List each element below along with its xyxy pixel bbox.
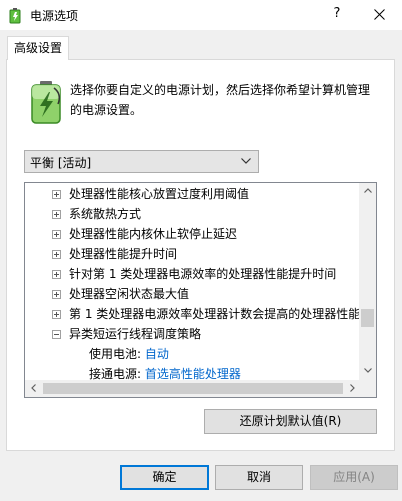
- minus-box-icon[interactable]: [52, 330, 61, 339]
- plan-description: 选择你要自定义的电源计划，然后选择你希望计算机管理的电源设置。: [70, 83, 371, 117]
- subsetting-name: 接通电源:: [89, 367, 142, 381]
- vertical-scrollbar[interactable]: [359, 183, 376, 380]
- plus-box-icon[interactable]: [52, 290, 61, 299]
- tab-advanced-settings[interactable]: 高级设置: [7, 36, 69, 60]
- tree-item-label: 处理器性能核心放置过度利用阈值: [69, 187, 250, 201]
- close-button[interactable]: [358, 0, 402, 30]
- power-settings-tree[interactable]: 处理器性能核心放置过度利用阈值 系统散热方式 处理器性能内核休止软停止延迟 处理…: [24, 182, 377, 398]
- vertical-scroll-thumb[interactable]: [361, 309, 374, 327]
- scroll-down-button[interactable]: [359, 363, 376, 380]
- help-button[interactable]: ?: [318, 0, 356, 30]
- subsetting-label: 使用电池: 自动: [89, 344, 169, 364]
- scroll-up-button[interactable]: [359, 183, 376, 200]
- tree-item-label: 第 1 类处理器电源效率处理器计数会提高的处理器性能: [69, 307, 361, 321]
- battery-plan-icon: [31, 81, 61, 124]
- horizontal-scrollbar[interactable]: [25, 380, 361, 397]
- chevron-left-icon: [31, 384, 36, 392]
- horizontal-scroll-thumb[interactable]: [43, 383, 343, 394]
- apply-button[interactable]: 应用(A): [310, 465, 398, 490]
- subsetting-value-link[interactable]: 首选高性能处理器: [145, 367, 241, 381]
- subsetting-name: 使用电池:: [89, 347, 142, 361]
- tree-item-label: 系统散热方式: [69, 207, 142, 221]
- scrollbar-corner: [359, 380, 376, 397]
- title-bar: 电源选项 ?: [0, 0, 402, 30]
- power-plan-select-value: 平衡 [活动]: [30, 156, 92, 170]
- window-title: 电源选项: [30, 9, 79, 23]
- chevron-down-icon: [363, 368, 372, 373]
- tree-item-label: 处理器空闲状态最大值: [69, 287, 190, 301]
- tree-item-label: 针对第 1 类处理器电源效率的处理器性能提升时间: [69, 267, 337, 281]
- plus-box-icon[interactable]: [52, 210, 61, 219]
- close-icon: [374, 9, 385, 20]
- plus-box-icon[interactable]: [52, 190, 61, 199]
- ok-button[interactable]: 确定: [120, 465, 209, 490]
- tree-item-label: 处理器性能内核休止软停止延迟: [69, 227, 238, 241]
- subsetting-value-link[interactable]: 自动: [145, 347, 169, 361]
- cancel-button[interactable]: 取消: [215, 465, 303, 490]
- tree-item-label: 异类短运行线程调度策略: [69, 327, 202, 341]
- plus-box-icon[interactable]: [52, 310, 61, 319]
- tree-item-label: 处理器性能提升时间: [69, 247, 178, 261]
- chevron-right-icon: [350, 384, 355, 392]
- chevron-up-icon: [363, 188, 372, 193]
- plus-box-icon[interactable]: [52, 230, 61, 239]
- plus-box-icon[interactable]: [52, 270, 61, 279]
- restore-plan-defaults-button[interactable]: 还原计划默认值(R): [204, 409, 377, 434]
- plus-box-icon[interactable]: [52, 250, 61, 259]
- power-plan-select[interactable]: 平衡 [活动]: [24, 150, 259, 173]
- chevron-down-icon: [241, 158, 251, 164]
- power-options-battery-icon: [9, 8, 21, 24]
- scroll-left-button[interactable]: [25, 380, 42, 397]
